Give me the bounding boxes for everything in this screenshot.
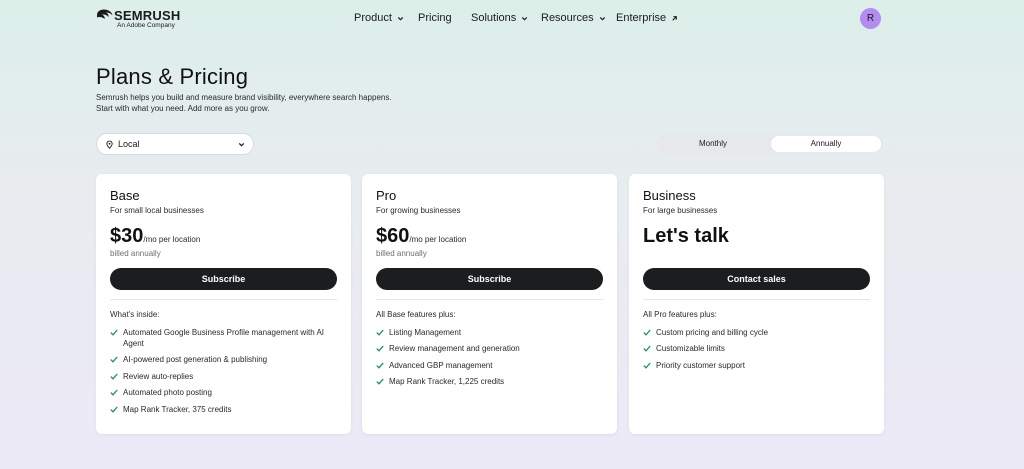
logo-tagline: An Adobe Company [117, 22, 175, 29]
check-icon [376, 345, 384, 353]
nav-pricing[interactable]: Pricing [418, 12, 452, 24]
feature-text: Review management and generation [389, 344, 520, 354]
check-icon [376, 329, 384, 336]
nav-product-label: Product [354, 12, 392, 24]
feature-item: Custom pricing and billing cycle [643, 327, 870, 338]
plan-price-unit: /mo per location [409, 235, 467, 244]
plan-price-row: $30 /mo per location [110, 225, 200, 248]
page-title: Plans & Pricing [96, 64, 249, 89]
feature-text: Custom pricing and billing cycle [656, 328, 769, 337]
plan-card-business: Business For large businesses Let's talk… [629, 174, 884, 434]
feature-item: Review auto-replies [110, 371, 337, 382]
plan-card-pro: Pro For growing businesses $60 /mo per l… [362, 174, 617, 434]
nav-pricing-label: Pricing [418, 12, 452, 24]
semrush-flame-icon [97, 9, 113, 19]
divider [376, 299, 603, 300]
features-heading: All Pro features plus: [643, 310, 717, 319]
feature-item: Listing Management [376, 327, 603, 338]
chevron-down-icon [599, 16, 605, 20]
feature-item: AI-powered post generation & publishing [110, 354, 337, 365]
check-icon [110, 373, 118, 380]
billing-monthly-option[interactable]: Monthly [658, 136, 768, 152]
plan-card-base: Base For small local businesses $30 /mo … [96, 174, 351, 434]
nav-enterprise-label: Enterprise [616, 12, 667, 24]
subscribe-button[interactable]: Subscribe [110, 268, 337, 290]
location-select[interactable]: Local [96, 133, 254, 155]
check-icon [110, 406, 118, 413]
billing-period-toggle: Monthly Annually [656, 134, 883, 154]
chevron-down-icon [238, 142, 245, 147]
check-icon [376, 362, 384, 369]
check-icon [110, 329, 118, 336]
nav-resources-label: Resources [541, 12, 594, 24]
plan-name: Base [110, 188, 140, 203]
feature-text: Automated Google Business Profile manage… [123, 328, 324, 348]
page-subtitle-line-2: Start with what you need. Add more as yo… [96, 104, 270, 113]
check-icon [643, 329, 651, 336]
plan-price-unit: /mo per location [143, 235, 201, 244]
plan-price-text: Let's talk [643, 225, 729, 247]
feature-list: Listing Management Review management and… [376, 327, 603, 393]
nav-enterprise[interactable]: Enterprise [616, 12, 679, 24]
feature-item: Automated photo posting [110, 387, 337, 398]
feature-item: Map Rank Tracker, 1,225 credits [376, 376, 603, 387]
nav-resources[interactable]: Resources [541, 12, 607, 24]
feature-text: Priority customer support [656, 360, 745, 370]
feature-text: Automated photo posting [123, 388, 212, 398]
nav-solutions[interactable]: Solutions [471, 12, 529, 24]
check-icon [643, 362, 651, 369]
feature-item: Customizable limits [643, 343, 870, 354]
nav-product[interactable]: Product [354, 12, 405, 24]
feature-list: Custom pricing and billing cycle Customi… [643, 327, 870, 376]
feature-text: AI-powered post generation & publishing [123, 355, 268, 365]
plan-audience: For growing businesses [376, 206, 461, 215]
location-select-value: Local [118, 139, 140, 149]
feature-item: Review management and generation [376, 343, 603, 354]
feature-item: Automated Google Business Profile manage… [110, 327, 337, 349]
chevron-down-icon [522, 16, 528, 20]
plan-price: $60 [376, 225, 410, 247]
page-subtitle-line-1: Semrush helps you build and measure bran… [96, 93, 392, 102]
logo-wordmark: SEMRUSH [114, 8, 181, 23]
check-icon [376, 378, 384, 385]
contact-sales-button[interactable]: Contact sales [643, 268, 870, 290]
feature-item: Priority customer support [643, 360, 870, 371]
feature-text: Customizable limits [656, 344, 725, 354]
user-avatar[interactable]: R [860, 8, 881, 29]
plan-price: $30 [110, 225, 144, 247]
top-header: SEMRUSH An Adobe Company Product Pricing… [0, 0, 1024, 38]
feature-text: Map Rank Tracker, 375 credits [123, 404, 232, 414]
divider [643, 299, 870, 300]
feature-text: Map Rank Tracker, 1,225 credits [389, 377, 505, 387]
check-icon [110, 356, 118, 364]
plan-audience: For small local businesses [110, 206, 204, 215]
plan-name: Pro [376, 188, 397, 203]
feature-item: Map Rank Tracker, 375 credits [110, 404, 337, 415]
nav-solutions-label: Solutions [471, 12, 517, 24]
features-heading: What's inside: [110, 310, 160, 319]
chevron-down-icon [397, 16, 404, 20]
check-icon [110, 389, 118, 396]
external-arrow-icon [672, 15, 677, 21]
location-pin-icon [106, 140, 113, 149]
feature-text: Advanced GBP management [389, 360, 493, 370]
plan-billing-note: billed annually [376, 249, 427, 258]
plan-billing-note: billed annually [110, 249, 161, 258]
features-heading: All Base features plus: [376, 310, 456, 319]
feature-list: Automated Google Business Profile manage… [110, 327, 337, 420]
divider [110, 299, 337, 300]
check-icon [643, 345, 651, 353]
subscribe-button[interactable]: Subscribe [376, 268, 603, 290]
plan-audience: For large businesses [643, 206, 718, 215]
feature-text: Listing Management [389, 328, 462, 337]
semrush-logo[interactable]: SEMRUSH An Adobe Company [96, 8, 196, 31]
plan-name: Business [643, 188, 696, 203]
feature-item: Advanced GBP management [376, 360, 603, 371]
billing-annually-option[interactable]: Annually [771, 136, 881, 152]
plan-price-row: $60 /mo per location [376, 225, 466, 248]
feature-text: Review auto-replies [123, 371, 194, 381]
